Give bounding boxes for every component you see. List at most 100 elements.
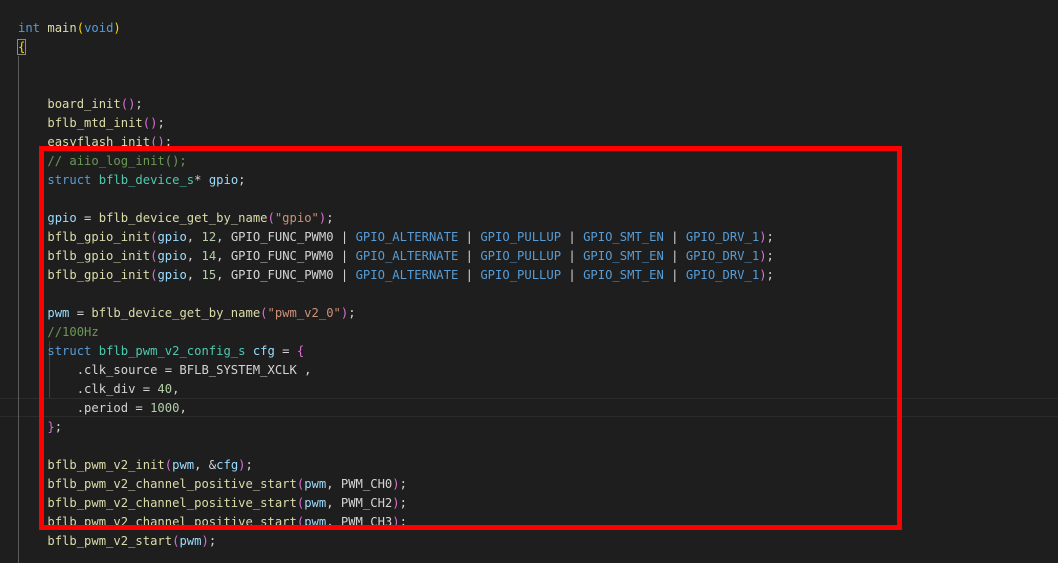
- code-line[interactable]: struct bflb_device_s* gpio;: [18, 171, 774, 190]
- code-line[interactable]: };: [18, 418, 774, 437]
- code-token: }: [47, 419, 55, 434]
- code-token: GPIO_DRV_1: [685, 267, 760, 282]
- code-line[interactable]: bflb_gpio_init(gpio, 15, GPIO_FUNC_PWM0 …: [18, 266, 774, 285]
- code-token: GPIO_DRV_1: [685, 229, 760, 244]
- code-line[interactable]: [18, 285, 774, 304]
- code-token: //100Hz: [47, 324, 99, 339]
- code-token: GPIO_PULLUP: [480, 267, 562, 282]
- code-token: ,: [172, 381, 180, 396]
- code-token: 14: [201, 248, 217, 263]
- code-token: ;: [348, 305, 356, 320]
- code-line[interactable]: .period = 1000,: [18, 399, 774, 418]
- code-line[interactable]: [18, 551, 774, 563]
- code-line[interactable]: //100Hz: [18, 323, 774, 342]
- code-token: // aiio_log_init();: [47, 153, 187, 168]
- code-token: GPIO_PULLUP: [480, 248, 562, 263]
- code-token: ): [759, 267, 767, 282]
- code-editor[interactable]: int main(void){ board_init(); bflb_mtd_i…: [0, 0, 1058, 563]
- code-line[interactable]: bflb_gpio_init(gpio, 12, GPIO_FUNC_PWM0 …: [18, 228, 774, 247]
- code-token: |: [561, 248, 584, 263]
- code-line[interactable]: bflb_pwm_v2_channel_positive_start(pwm, …: [18, 513, 774, 532]
- code-token: GPIO_ALTERNATE: [355, 229, 459, 244]
- code-token: bflb_pwm_v2_channel_positive_start: [47, 495, 297, 510]
- code-line[interactable]: [18, 437, 774, 456]
- code-token: pwm: [304, 476, 327, 491]
- code-token: pwm: [304, 495, 327, 510]
- code-line[interactable]: [18, 57, 774, 76]
- code-token: bflb_mtd_init: [47, 115, 143, 130]
- code-token: GPIO_ALTERNATE: [355, 248, 459, 263]
- code-token: (): [120, 96, 136, 111]
- code-token: , GPIO_FUNC_PWM0 |: [216, 229, 356, 244]
- code-line[interactable]: bflb_pwm_v2_channel_positive_start(pwm, …: [18, 494, 774, 513]
- code-line[interactable]: pwm = bflb_device_get_by_name("pwm_v2_0"…: [18, 304, 774, 323]
- code-token: |: [663, 229, 686, 244]
- code-token: bflb_pwm_v2_start: [47, 533, 173, 548]
- code-line[interactable]: .clk_source = BFLB_SYSTEM_XCLK ,: [18, 361, 774, 380]
- code-token: ): [392, 514, 400, 529]
- code-token: |: [458, 267, 481, 282]
- code-token: ;: [245, 457, 253, 472]
- code-line[interactable]: gpio = bflb_device_get_by_name("gpio");: [18, 209, 774, 228]
- code-token: =: [76, 210, 99, 225]
- code-line[interactable]: board_init();: [18, 95, 774, 114]
- code-token: {: [296, 343, 305, 358]
- code-line[interactable]: .clk_div = 40,: [18, 380, 774, 399]
- code-token: |: [458, 229, 481, 244]
- code-token: gpio: [157, 248, 187, 263]
- code-token: .clk_source = BFLB_SYSTEM_XCLK ,: [76, 362, 312, 377]
- code-token: (: [76, 20, 85, 35]
- code-line[interactable]: bflb_pwm_v2_init(pwm, &cfg);: [18, 456, 774, 475]
- code-line[interactable]: bflb_gpio_init(gpio, 14, GPIO_FUNC_PWM0 …: [18, 247, 774, 266]
- code-line[interactable]: [18, 76, 774, 95]
- code-token: (): [142, 115, 158, 130]
- code-token: gpio: [157, 267, 187, 282]
- code-token: *: [194, 172, 209, 187]
- code-token: void: [84, 20, 114, 35]
- code-line[interactable]: {: [16, 38, 774, 57]
- code-token: ;: [164, 134, 173, 149]
- code-token: 40: [157, 381, 173, 396]
- code-token: ;: [399, 476, 407, 491]
- code-token: bflb_gpio_init: [47, 248, 151, 263]
- code-token: 1000: [150, 400, 180, 415]
- code-token: , GPIO_FUNC_PWM0 |: [216, 248, 356, 263]
- code-line[interactable]: easyflash_init();: [18, 133, 774, 152]
- code-lines[interactable]: int main(void){ board_init(); bflb_mtd_i…: [16, 19, 774, 563]
- code-line[interactable]: struct bflb_pwm_v2_config_s cfg = {: [18, 342, 774, 361]
- code-line[interactable]: [18, 190, 774, 209]
- code-token: "pwm_v2_0": [267, 305, 341, 320]
- code-token: struct: [47, 172, 92, 187]
- code-token: GPIO_ALTERNATE: [355, 267, 459, 282]
- code-line[interactable]: int main(void): [18, 19, 774, 38]
- code-token: ;: [157, 115, 165, 130]
- code-token: 12: [201, 229, 217, 244]
- code-token: ,: [186, 248, 202, 263]
- code-token: {: [16, 38, 27, 55]
- code-line[interactable]: bflb_mtd_init();: [18, 114, 774, 133]
- code-token: .period =: [76, 400, 151, 415]
- code-token: main: [47, 20, 77, 35]
- code-line[interactable]: bflb_pwm_v2_channel_positive_start(pwm, …: [18, 475, 774, 494]
- code-token: struct: [47, 343, 92, 358]
- code-line[interactable]: // aiio_log_init();: [18, 152, 774, 171]
- code-token: , GPIO_FUNC_PWM0 |: [216, 267, 356, 282]
- code-token: ,: [186, 267, 202, 282]
- code-line[interactable]: bflb_pwm_v2_start(pwm);: [18, 532, 774, 551]
- code-token: gpio: [47, 210, 77, 225]
- code-token: ;: [766, 267, 774, 282]
